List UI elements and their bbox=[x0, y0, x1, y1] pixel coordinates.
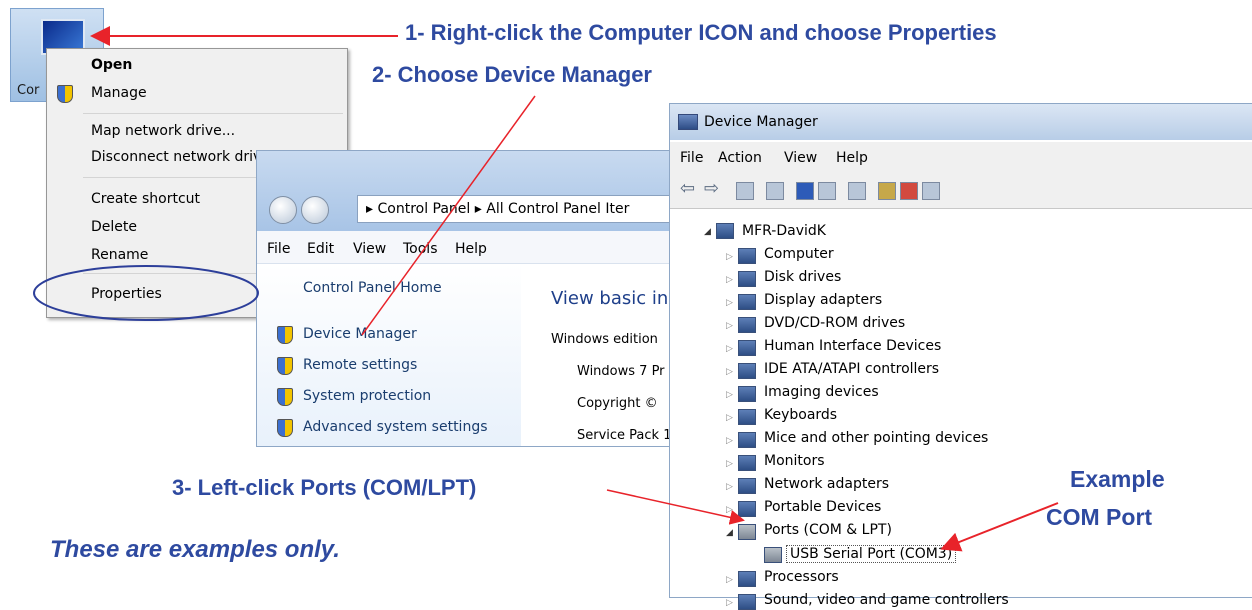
annotation-note: These are examples only. bbox=[50, 536, 340, 563]
properties-highlight-ring bbox=[33, 265, 259, 321]
annotation-example-line2: COM Port bbox=[1046, 504, 1153, 530]
arrow-example-com-port bbox=[940, 502, 1059, 552]
annotation-step2: 2- Choose Device Manager bbox=[372, 62, 652, 87]
sound-icon bbox=[738, 594, 756, 610]
arrow-step3 bbox=[606, 489, 745, 525]
annotation-example-line1: Example bbox=[1070, 466, 1165, 492]
annotation-step3: 3- Left-click Ports (COM/LPT) bbox=[172, 475, 477, 500]
annotation-step1: 1- Right-click the Computer ICON and cho… bbox=[405, 20, 997, 45]
expand-arrow-icon[interactable]: ▷ bbox=[726, 598, 733, 608]
line-step2 bbox=[361, 95, 536, 336]
